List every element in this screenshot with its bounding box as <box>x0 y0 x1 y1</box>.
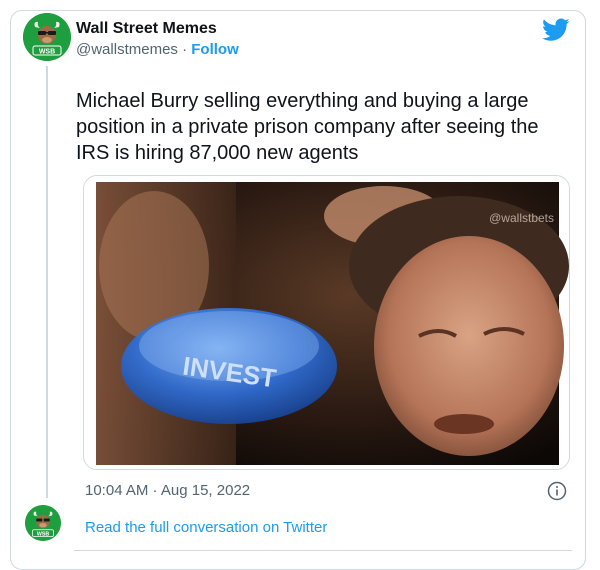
thread-line <box>46 66 48 498</box>
account-handle[interactable]: @wallstmemes <box>76 41 178 58</box>
bull-avatar-icon: WSB <box>23 13 71 61</box>
tweet-text: Michael Burry selling everything and buy… <box>76 90 539 164</box>
account-avatar-small[interactable]: WSB <box>25 505 61 541</box>
meme-image: INVEST @wallstbets <box>84 176 569 469</box>
display-name[interactable]: Wall Street Memes <box>76 20 217 38</box>
follow-button[interactable]: Follow <box>191 41 239 58</box>
twitter-bird-icon[interactable] <box>542 18 570 42</box>
tweet-timestamp[interactable]: 10:04 AM · Aug 15, 2022 <box>85 482 250 499</box>
read-full-conversation-link[interactable]: Read the full conversation on Twitter <box>85 519 327 536</box>
handle-row: @wallstmemes · Follow <box>76 41 239 58</box>
footer-divider <box>74 550 572 551</box>
info-icon[interactable] <box>547 481 567 501</box>
watermark: @wallstbets <box>489 211 554 225</box>
tweet-media[interactable]: INVEST @wallstbets <box>83 175 570 470</box>
avatar-text-small: WSB <box>37 531 49 537</box>
avatar-text: WSB <box>39 49 55 56</box>
account-avatar[interactable]: WSB <box>23 13 71 61</box>
separator: · <box>182 41 188 58</box>
bull-avatar-icon: WSB <box>25 505 61 541</box>
